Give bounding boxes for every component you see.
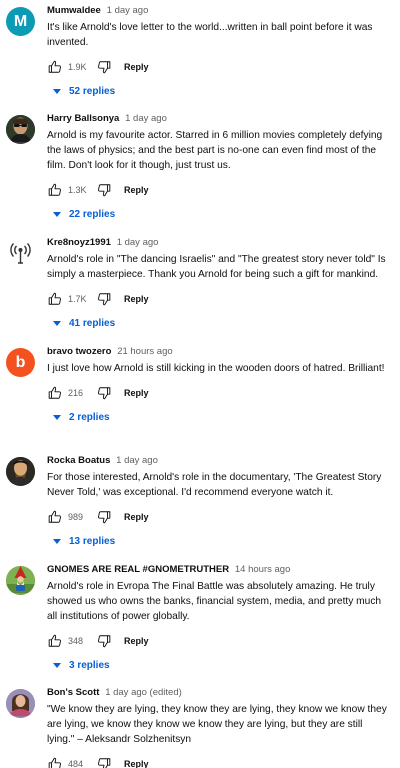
- caret-down-icon: [53, 414, 61, 420]
- reply-button[interactable]: Reply: [124, 185, 149, 195]
- person-sunglasses-icon: [6, 115, 35, 144]
- portrait-painting-icon: [6, 457, 35, 486]
- thumbs-up-icon[interactable]: [47, 291, 63, 307]
- comment-text: Arnold is my favourite actor. Starred in…: [47, 130, 383, 171]
- replies-label: 22 replies: [69, 208, 116, 220]
- like-count: 1.3K: [68, 185, 87, 195]
- replies-label: 52 replies: [69, 85, 116, 97]
- comment-time[interactable]: 1 day ago: [117, 237, 159, 248]
- like-count: 1.7K: [68, 294, 87, 304]
- like-count: 989: [68, 512, 84, 522]
- comment-time[interactable]: 1 day ago (edited): [105, 687, 182, 698]
- thumbs-down-icon[interactable]: [96, 509, 112, 525]
- thumbs-up-icon[interactable]: [47, 509, 63, 525]
- thumbs-up-icon[interactable]: [47, 182, 63, 198]
- comment-text: "We know they are lying, they know they …: [47, 704, 387, 745]
- like-count: 484: [68, 759, 84, 768]
- replies-label: 13 replies: [69, 535, 116, 547]
- reply-button[interactable]: Reply: [124, 636, 149, 646]
- reply-button[interactable]: Reply: [124, 512, 149, 522]
- comment-author[interactable]: Bon's Scott: [47, 687, 99, 698]
- comment-time[interactable]: 1 day ago: [107, 5, 149, 16]
- comments-feed: M Mumwaldee 1 day ago It's like Arnold's…: [0, 0, 400, 768]
- comment-time[interactable]: 21 hours ago: [117, 346, 172, 357]
- avatar[interactable]: [6, 115, 35, 144]
- avatar[interactable]: b: [6, 348, 35, 377]
- comment-text: It's like Arnold's love letter to the wo…: [47, 22, 373, 48]
- reply-button[interactable]: Reply: [124, 294, 149, 304]
- caret-down-icon: [53, 320, 61, 326]
- caret-down-icon: [53, 88, 61, 94]
- reply-button[interactable]: Reply: [124, 388, 149, 398]
- thumbs-up-icon[interactable]: [47, 385, 63, 401]
- caret-down-icon: [53, 662, 61, 668]
- caret-down-icon: [53, 538, 61, 544]
- thumbs-up-icon[interactable]: [47, 756, 63, 768]
- view-replies-button[interactable]: 41 replies: [53, 316, 388, 330]
- thumbs-up-icon[interactable]: [47, 59, 63, 75]
- caret-down-icon: [53, 211, 61, 217]
- broadcast-tower-icon: [6, 239, 35, 268]
- thumbs-down-icon[interactable]: [96, 633, 112, 649]
- comment-time[interactable]: 1 day ago: [125, 113, 167, 124]
- view-replies-button[interactable]: 2 replies: [53, 410, 388, 424]
- thumbs-up-icon[interactable]: [47, 633, 63, 649]
- gnome-icon: [6, 566, 35, 595]
- avatar[interactable]: M: [6, 7, 35, 36]
- avatar-letter: M: [13, 12, 28, 30]
- thumbs-down-icon[interactable]: [96, 756, 112, 768]
- thumbs-down-icon[interactable]: [96, 59, 112, 75]
- thumbs-down-icon[interactable]: [96, 385, 112, 401]
- avatar[interactable]: [6, 689, 35, 718]
- avatar-letter: b: [15, 353, 26, 371]
- comment-author[interactable]: Rocka Boatus: [47, 455, 110, 466]
- avatar[interactable]: [6, 457, 35, 486]
- replies-label: 3 replies: [69, 659, 110, 671]
- comment-text: I just love how Arnold is still kicking …: [47, 363, 385, 374]
- thumbs-down-icon[interactable]: [96, 182, 112, 198]
- comment-author[interactable]: bravo twozero: [47, 346, 111, 357]
- reply-button[interactable]: Reply: [124, 759, 149, 768]
- comment-author[interactable]: Kre8noyz1991: [47, 237, 111, 248]
- comment-author[interactable]: GNOMES ARE REAL #GNOMETRUTHER: [47, 564, 229, 575]
- thumbs-down-icon[interactable]: [96, 291, 112, 307]
- comment-author[interactable]: Harry Ballsonya: [47, 113, 119, 124]
- comment-text: Arnold's role in Evropa The Final Battle…: [47, 581, 382, 622]
- view-replies-button[interactable]: 52 replies: [53, 84, 388, 98]
- comment-time[interactable]: 1 day ago: [116, 455, 158, 466]
- replies-label: 41 replies: [69, 317, 116, 329]
- person-photo-icon: [6, 689, 35, 718]
- replies-label: 2 replies: [69, 411, 110, 423]
- avatar[interactable]: [6, 566, 35, 595]
- comment-text: For those interested, Arnold's role in t…: [47, 472, 382, 498]
- view-replies-button[interactable]: 13 replies: [53, 534, 388, 548]
- view-replies-button[interactable]: 22 replies: [53, 207, 388, 221]
- avatar[interactable]: [6, 239, 35, 268]
- comment-author[interactable]: Mumwaldee: [47, 5, 101, 16]
- like-count: 216: [68, 388, 84, 398]
- view-replies-button[interactable]: 3 replies: [53, 658, 388, 672]
- comment-time[interactable]: 14 hours ago: [235, 564, 290, 575]
- like-count: 1.9K: [68, 62, 87, 72]
- like-count: 348: [68, 636, 84, 646]
- comment-text: Arnold's role in "The dancing Israelis" …: [47, 254, 386, 280]
- reply-button[interactable]: Reply: [124, 62, 149, 72]
